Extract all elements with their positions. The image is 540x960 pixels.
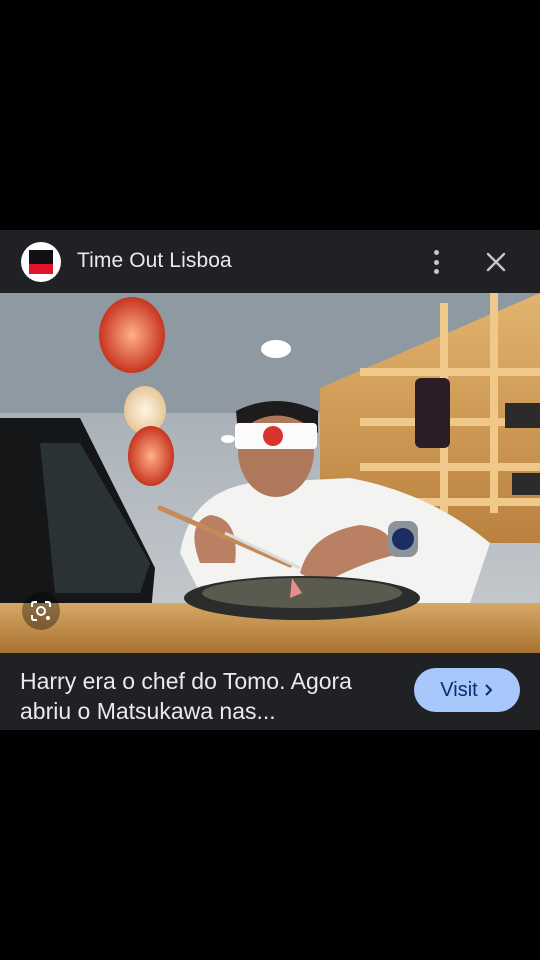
close-icon[interactable]	[482, 248, 510, 276]
visit-label: Visit	[440, 678, 478, 701]
more-vert-icon[interactable]	[424, 248, 448, 276]
source-name[interactable]: Time Out Lisboa	[77, 249, 232, 273]
image-preview-card: Time Out Lisboa Harry era o chef do Tomo…	[0, 230, 540, 730]
article-caption[interactable]: Harry era o chef do Tomo. Agora abriu o …	[20, 666, 400, 726]
visit-button[interactable]: Visit	[414, 668, 520, 712]
time-out-logo-icon	[29, 250, 53, 274]
google-lens-icon[interactable]	[22, 592, 60, 630]
card-header: Time Out Lisboa	[0, 230, 540, 293]
source-logo	[21, 242, 61, 282]
chevron-right-icon	[484, 684, 493, 696]
article-photo[interactable]	[0, 293, 540, 653]
